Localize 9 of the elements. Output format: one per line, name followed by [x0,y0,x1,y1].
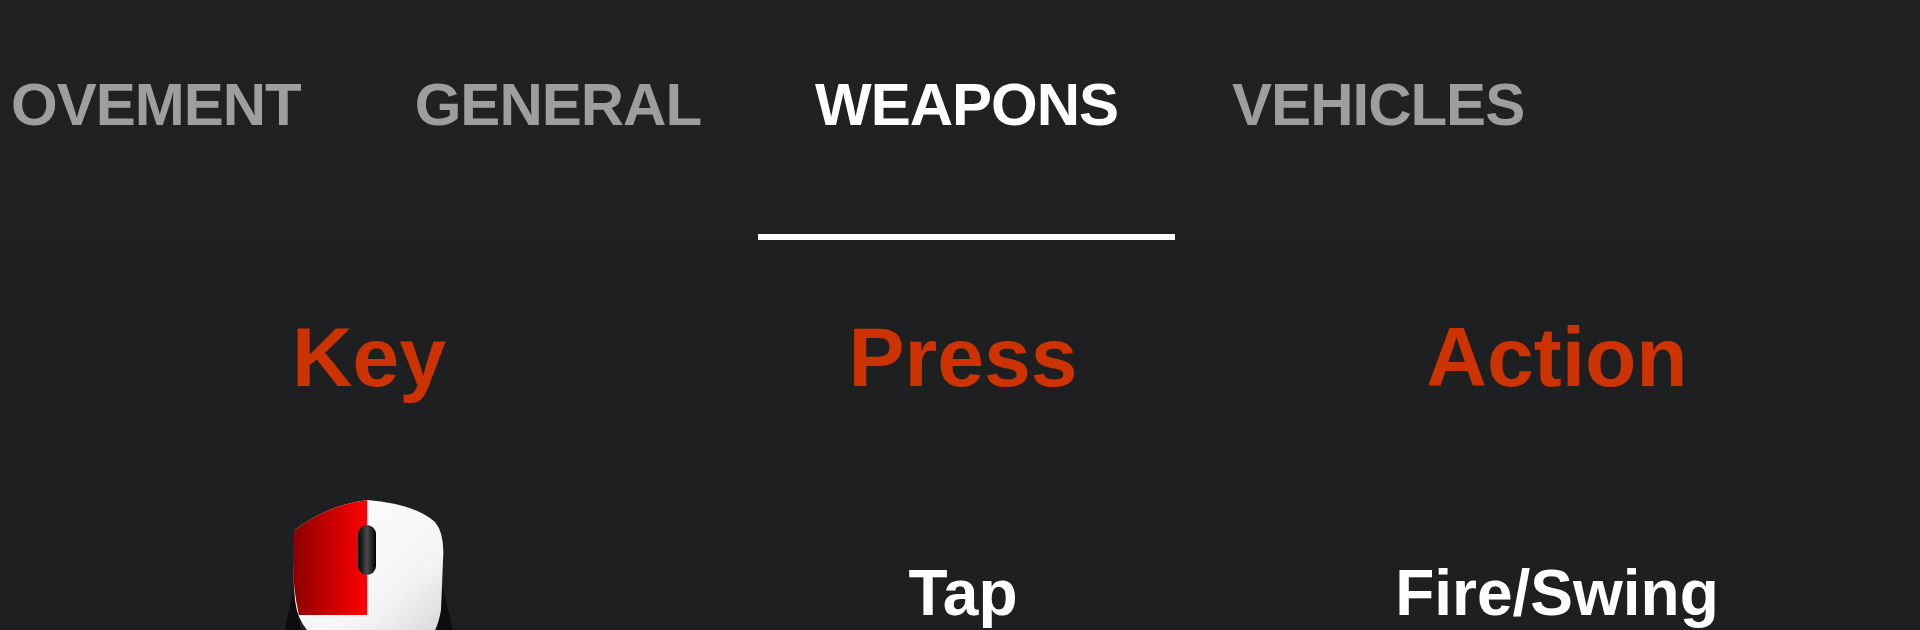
column-header: Action [1426,315,1688,399]
action-cell: Fire/Swing [1395,558,1719,629]
press-cell: Tap [908,558,1018,629]
mouse-left-button-icon [285,500,453,630]
tab[interactable]: VEHICLES [1175,0,1582,240]
tab[interactable]: GENERAL [357,0,759,240]
tab[interactable]: OVEMENT [0,0,358,240]
tab[interactable]: WEAPONS [758,0,1176,240]
column-header: Press [848,315,1078,399]
